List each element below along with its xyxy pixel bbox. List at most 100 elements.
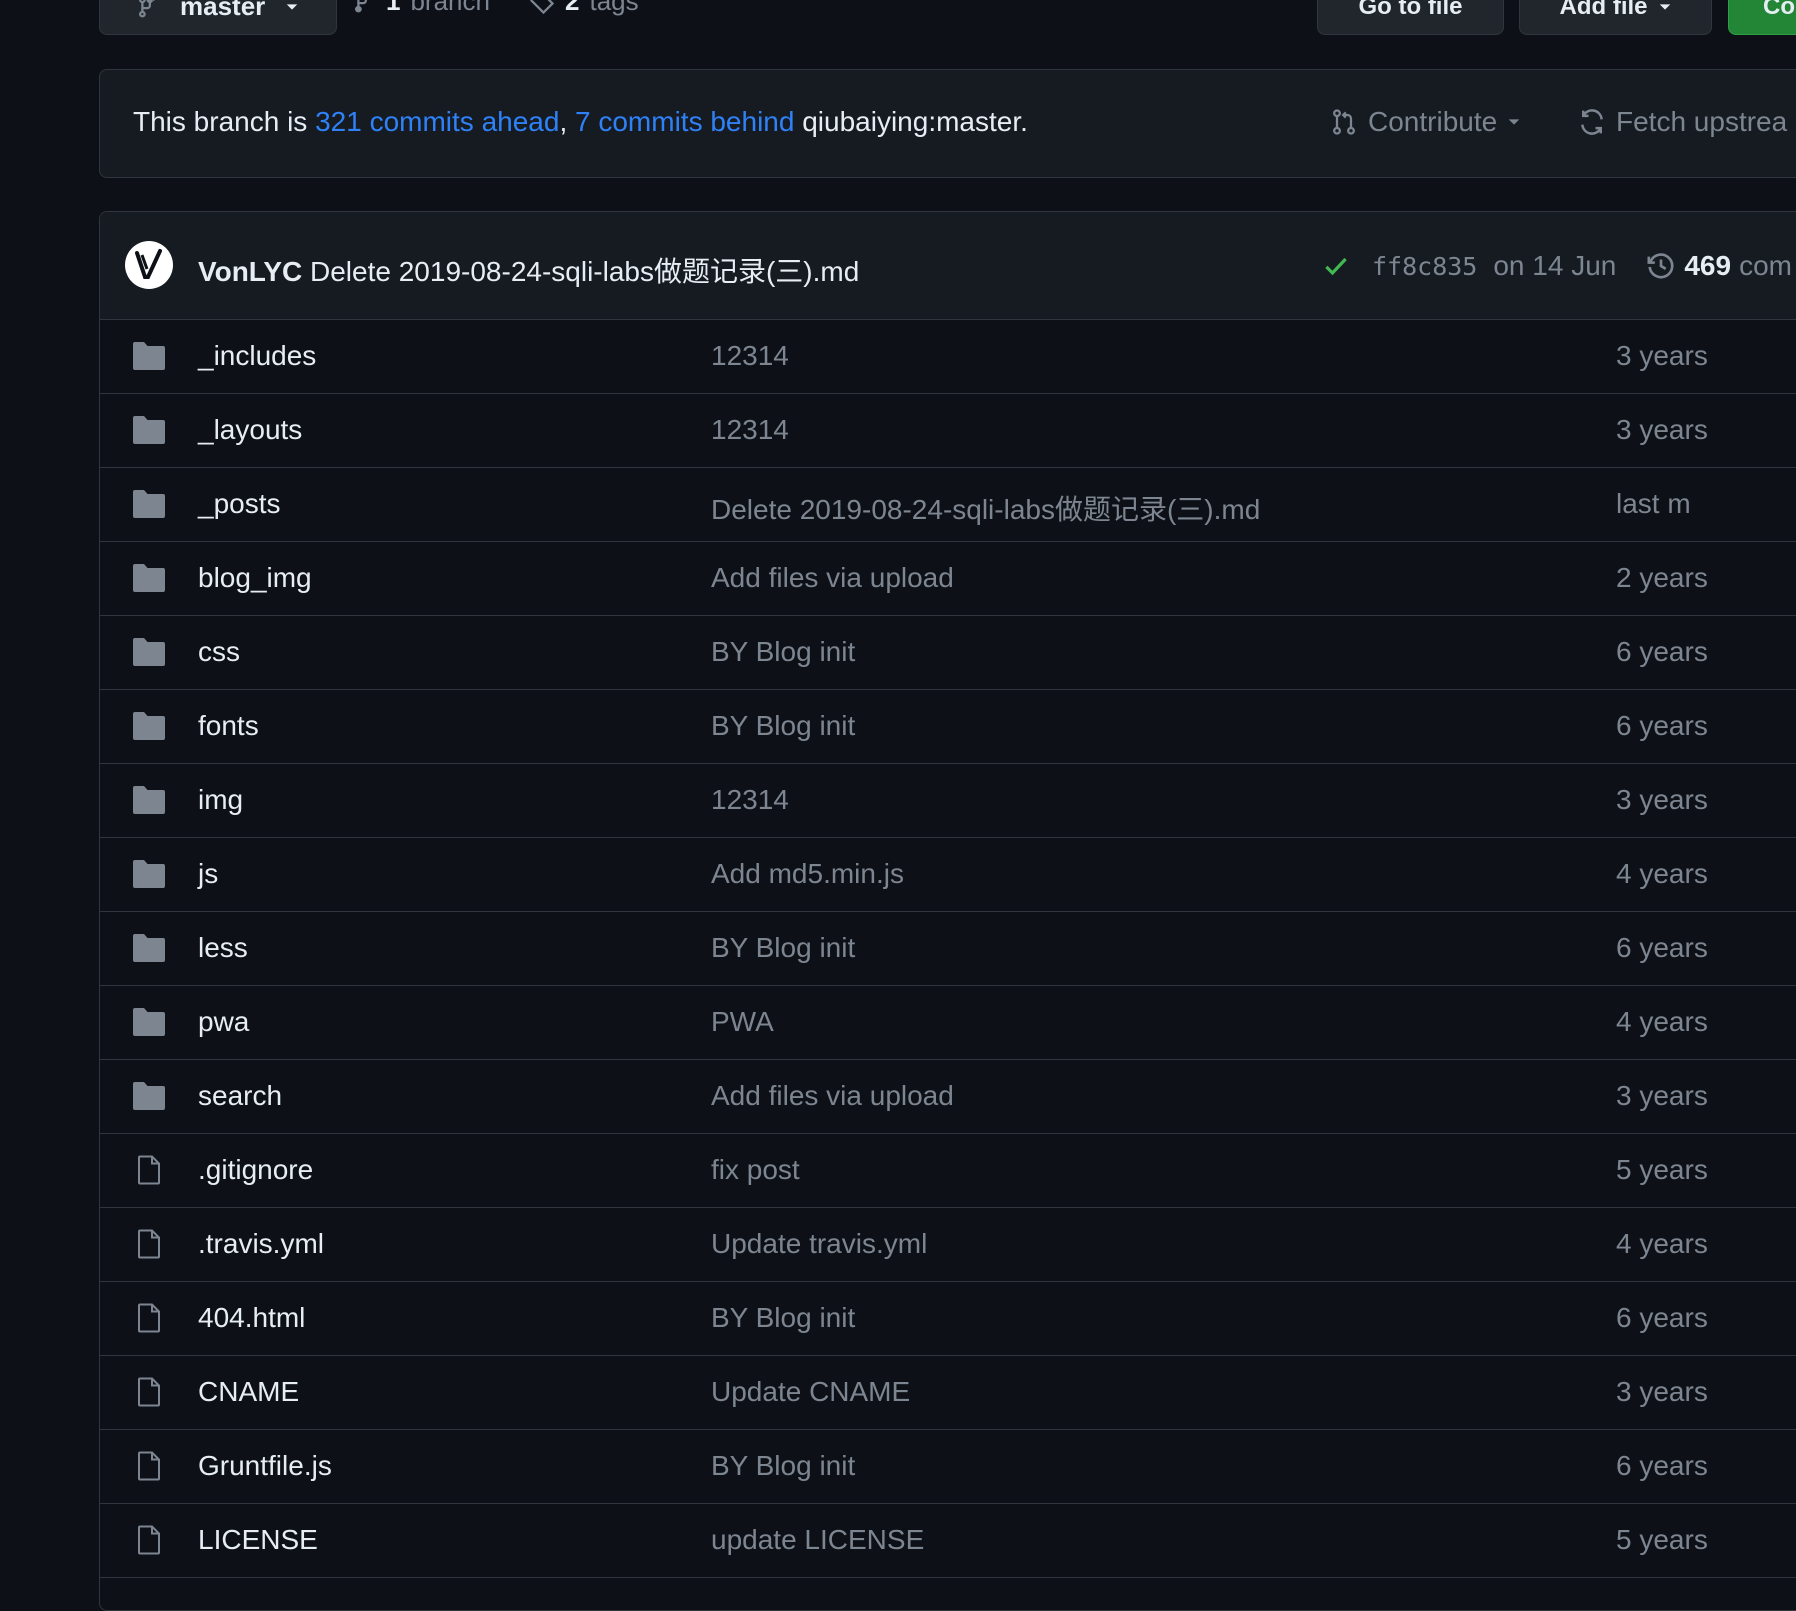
file-commit-age: 4 years [1616,1228,1708,1259]
file-name-link[interactable]: fonts [198,710,259,742]
status-separator: , [559,106,575,137]
file-commit-message-link[interactable]: Delete 2019-08-24-sqli-labs做题记录(三).md [711,488,1260,528]
file-name-link[interactable]: _posts [198,488,281,520]
file-row[interactable]: search Add files via upload 3 years [100,1060,1796,1134]
tags-count: 2 [565,0,580,16]
file-name-link[interactable]: 404.html [198,1302,305,1334]
file-name-link[interactable]: less [198,932,248,964]
file-icon [138,1303,160,1333]
code-button[interactable]: Co [1728,0,1796,35]
commit-history-link[interactable]: 469 com [1646,250,1792,282]
upstream-branch: qiubaiying:master. [794,106,1028,137]
file-row[interactable]: fonts BY Blog init 6 years [100,690,1796,764]
file-row[interactable]: CNAME Update CNAME 3 years [100,1356,1796,1430]
file-commit-message-link[interactable]: BY Blog init [711,636,855,668]
pull-request-icon [1333,109,1355,135]
file-icon [138,1451,160,1481]
commits-behind-link[interactable]: 7 commits behind [575,106,794,137]
fetch-upstream-button[interactable]: Fetch upstrea [1578,106,1787,138]
avatar[interactable] [125,241,173,289]
file-name-link[interactable]: pwa [198,1006,249,1038]
file-commit-message-link[interactable]: 12314 [711,414,789,446]
fetch-upstream-label: Fetch upstrea [1616,106,1788,137]
caret-down-icon [1508,119,1520,125]
file-commit-age: 3 years [1616,414,1708,445]
file-commit-message-link[interactable]: BY Blog init [711,1450,855,1482]
folder-icon [133,342,165,370]
file-name-link[interactable]: .travis.yml [198,1228,324,1260]
branch-status-box: This branch is 321 commits ahead, 7 comm… [99,69,1796,178]
caret-down-icon [287,3,298,10]
file-name-link[interactable]: img [198,784,243,816]
file-row[interactable]: img 12314 3 years [100,764,1796,838]
branch-selector-button[interactable]: master [99,0,337,35]
file-name-link[interactable]: .gitignore [198,1154,313,1186]
latest-commit-bar: VonLYC Delete 2019-08-24-sqli-labs做题记录(三… [100,212,1796,320]
file-name-link[interactable]: search [198,1080,282,1112]
file-name-link[interactable]: LICENSE [198,1524,318,1556]
file-icon [138,1525,160,1555]
tags-link[interactable]: 2 tags [529,0,639,17]
folder-icon [133,564,165,592]
contribute-label: Contribute [1368,106,1498,137]
repo-toolbar: master 1 branch 2 tags Go to file Add fi… [0,0,1796,40]
file-commit-message-link[interactable]: BY Blog init [711,710,855,742]
file-name-link[interactable]: _includes [198,340,316,372]
file-commit-message-link[interactable]: 12314 [711,784,789,816]
file-commit-age: 5 years [1616,1524,1708,1555]
branches-link[interactable]: 1 branch [352,0,490,17]
file-row[interactable]: 404.html BY Blog init 6 years [100,1282,1796,1356]
file-name-link[interactable]: blog_img [198,562,312,594]
commit-title-link[interactable]: Delete 2019-08-24-sqli-labs做题记录(三).md [310,256,859,287]
check-icon[interactable] [1322,252,1350,280]
file-row[interactable]: _includes 12314 3 years [100,320,1796,394]
commits-ahead-link[interactable]: 321 commits ahead [315,106,559,137]
file-icon [138,1155,160,1185]
git-branch-icon [355,0,367,12]
file-row[interactable]: pwa PWA 4 years [100,986,1796,1060]
file-row[interactable]: .travis.yml Update travis.yml 4 years [100,1208,1796,1282]
file-row[interactable]: css BY Blog init 6 years [100,616,1796,690]
commit-sha-link[interactable]: ff8c835 [1372,252,1477,281]
file-row[interactable]: .gitignore fix post 5 years [100,1134,1796,1208]
file-commit-message-link[interactable]: Update travis.yml [711,1228,927,1260]
file-commit-message-link[interactable]: update LICENSE [711,1524,924,1556]
file-row[interactable]: Gruntfile.js BY Blog init 6 years [100,1430,1796,1504]
file-name-link[interactable]: css [198,636,240,668]
file-commit-age: 3 years [1616,784,1708,815]
file-row[interactable]: blog_img Add files via upload 2 years [100,542,1796,616]
git-branch-icon [139,0,155,17]
file-commit-age: 4 years [1616,858,1708,889]
commit-date: on 14 Jun [1493,250,1617,281]
add-file-button[interactable]: Add file [1519,0,1712,35]
file-commit-message-link[interactable]: PWA [711,1006,774,1038]
file-commit-message-link[interactable]: 12314 [711,340,789,372]
file-commit-age: 6 years [1616,636,1708,667]
file-row[interactable]: LICENSE update LICENSE 5 years [100,1504,1796,1578]
sync-icon [1581,109,1603,135]
folder-icon [133,1082,165,1110]
folder-icon [133,786,165,814]
file-row[interactable]: less BY Blog init 6 years [100,912,1796,986]
file-commit-message-link[interactable]: Add files via upload [711,562,954,594]
file-commit-message-link[interactable]: BY Blog init [711,932,855,964]
file-commit-message-link[interactable]: BY Blog init [711,1302,855,1334]
file-commit-message-link[interactable]: fix post [711,1154,800,1186]
file-name-link[interactable]: _layouts [198,414,302,446]
contribute-button[interactable]: Contribute [1330,106,1521,138]
file-name-link[interactable]: CNAME [198,1376,299,1408]
file-commit-message-link[interactable]: Add files via upload [711,1080,954,1112]
file-row[interactable]: js Add md5.min.js 4 years [100,838,1796,912]
file-row[interactable]: _layouts 12314 3 years [100,394,1796,468]
go-to-file-button[interactable]: Go to file [1317,0,1504,35]
folder-icon [133,416,165,444]
file-commit-message-link[interactable]: Add md5.min.js [711,858,904,890]
file-name-link[interactable]: Gruntfile.js [198,1450,332,1482]
folder-icon [133,934,165,962]
folder-icon [133,860,165,888]
file-name-link[interactable]: js [198,858,218,890]
file-commit-age: 6 years [1616,1450,1708,1481]
file-row[interactable]: _posts Delete 2019-08-24-sqli-labs做题记录(三)… [100,468,1796,542]
file-commit-message-link[interactable]: Update CNAME [711,1376,910,1408]
commit-author-link[interactable]: VonLYC [198,256,302,287]
